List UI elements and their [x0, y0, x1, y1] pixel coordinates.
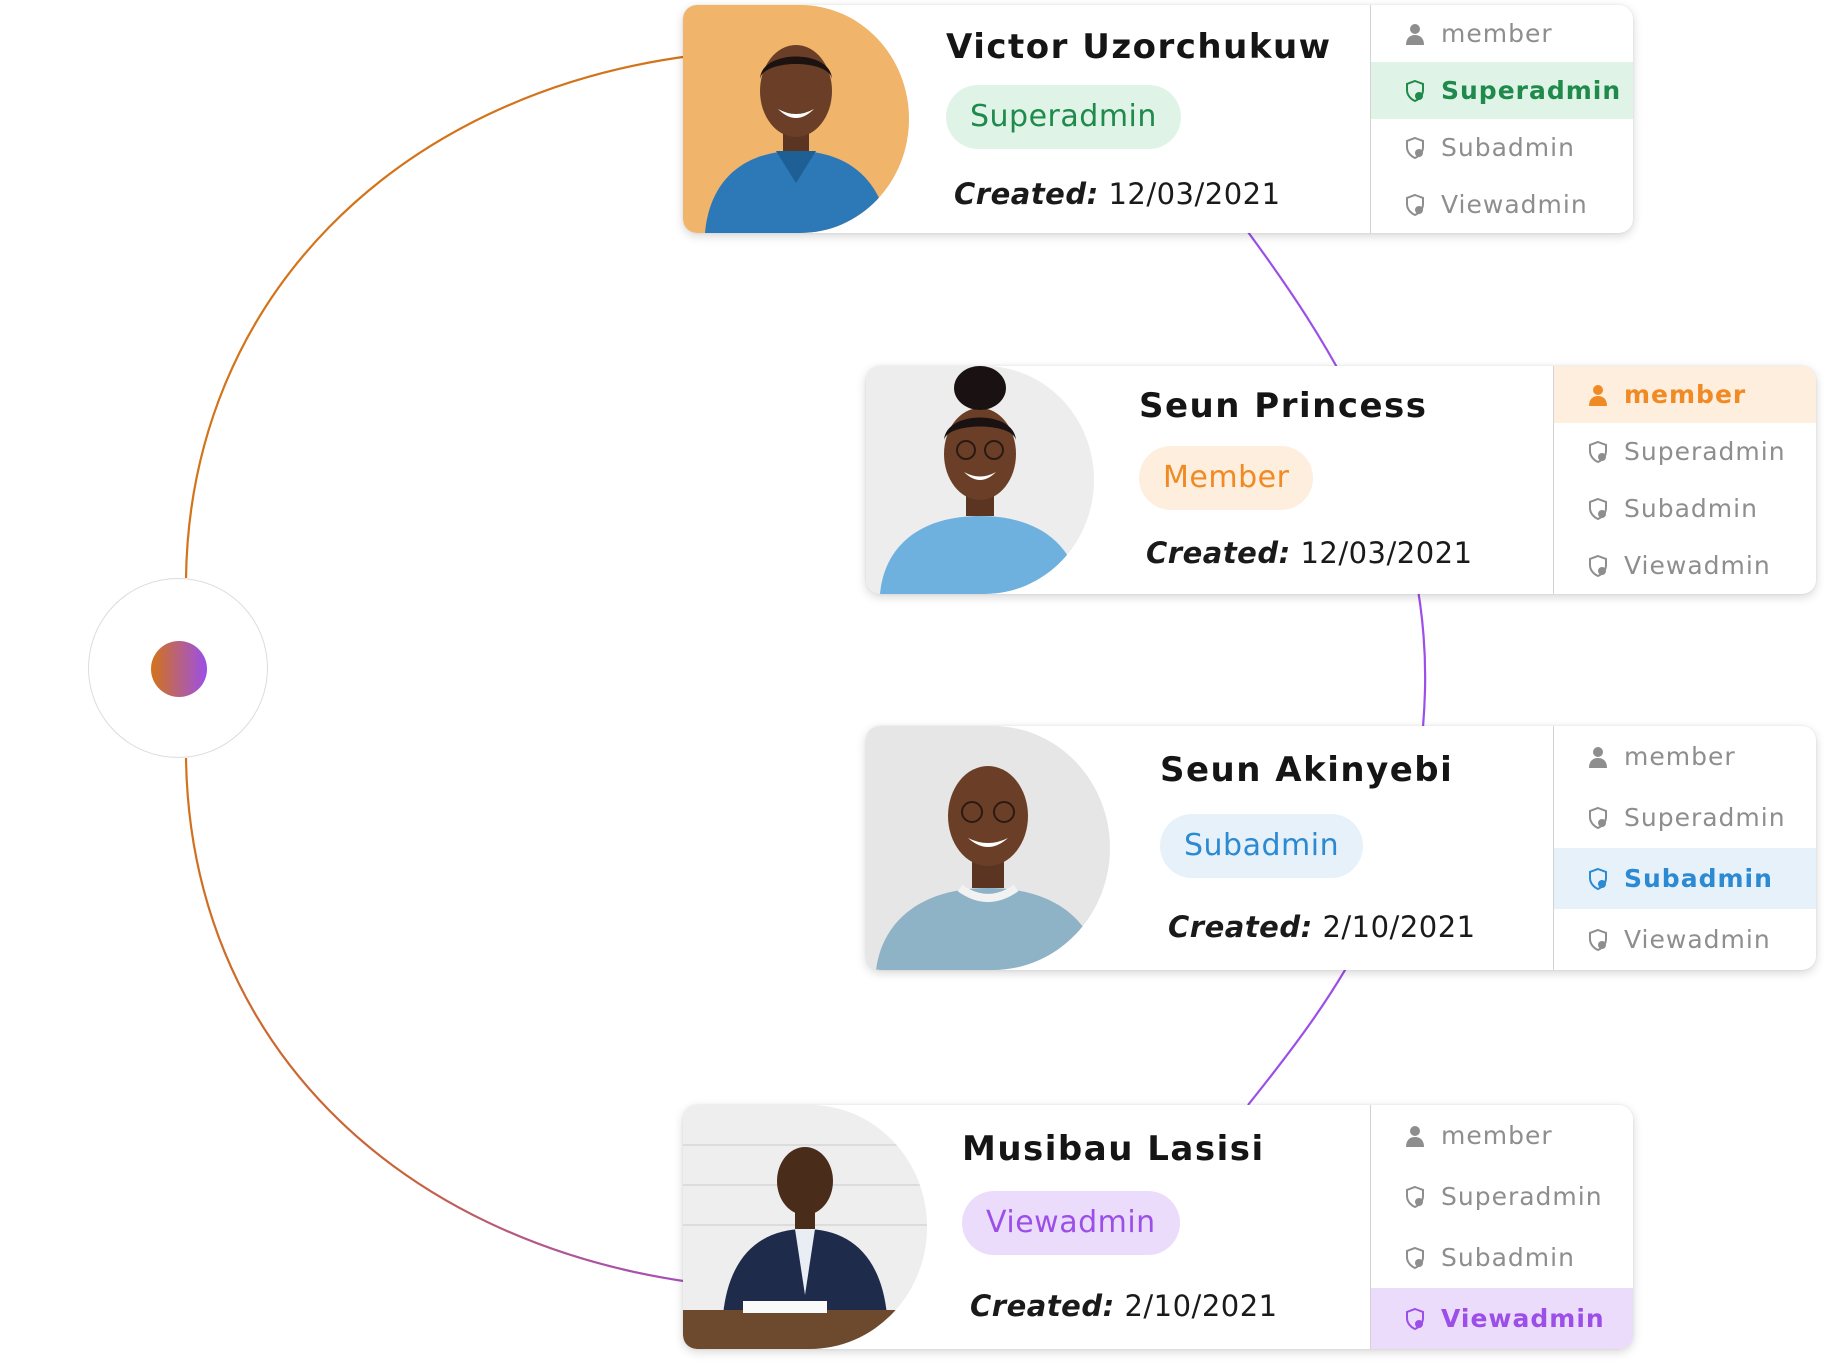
- hub-dot: [151, 641, 207, 697]
- menu-item-label: Superadmin: [1441, 1182, 1603, 1211]
- shield-icon: [1406, 193, 1424, 216]
- created-label: Created:: [954, 177, 1099, 211]
- menu-item-superadmin[interactable]: Superadmin: [1371, 62, 1633, 119]
- member-icon: [1406, 1125, 1424, 1147]
- role-badge: Superadmin: [946, 85, 1181, 149]
- role-menu: member Superadmin Subadmin Viewadmin: [1553, 726, 1816, 970]
- outer-ring-arc-lower: [184, 757, 691, 1284]
- role-badge: Viewadmin: [962, 1191, 1180, 1255]
- menu-item-viewadmin[interactable]: Viewadmin: [1554, 537, 1816, 594]
- shield-icon: [1589, 867, 1607, 890]
- menu-item-label: Subadmin: [1624, 494, 1758, 523]
- avatar: [683, 5, 909, 233]
- shield-icon: [1589, 440, 1607, 463]
- menu-item-viewadmin[interactable]: Viewadmin: [1371, 1288, 1633, 1349]
- member-icon: [1589, 384, 1607, 406]
- menu-item-member[interactable]: member: [1371, 5, 1633, 62]
- menu-item-label: Subadmin: [1624, 864, 1773, 893]
- created-label: Created:: [970, 1289, 1115, 1323]
- created-label: Created:: [1146, 536, 1291, 570]
- avatar: [683, 1105, 927, 1349]
- member-icon: [1589, 746, 1607, 768]
- created-value: 2/10/2021: [1124, 1289, 1278, 1323]
- outer-ring-arc: [184, 54, 691, 579]
- inner-ring-arc: [1247, 231, 1427, 1106]
- shield-icon: [1406, 1246, 1424, 1269]
- user-card[interactable]: Musibau Lasisi Viewadmin Created: 2/10/2…: [683, 1105, 1633, 1349]
- menu-item-label: Viewadmin: [1624, 551, 1771, 580]
- menu-item-viewadmin[interactable]: Viewadmin: [1371, 176, 1633, 233]
- menu-item-label: Subadmin: [1441, 1243, 1575, 1272]
- menu-item-member[interactable]: member: [1371, 1105, 1633, 1166]
- menu-item-label: Superadmin: [1624, 437, 1786, 466]
- menu-item-superadmin[interactable]: Superadmin: [1554, 787, 1816, 848]
- shield-icon: [1589, 554, 1607, 577]
- menu-item-subadmin[interactable]: Subadmin: [1371, 1227, 1633, 1288]
- menu-item-label: member: [1441, 1121, 1553, 1150]
- menu-item-viewadmin[interactable]: Viewadmin: [1554, 909, 1816, 970]
- created-date: Created: 2/10/2021: [1168, 910, 1476, 944]
- menu-item-subadmin[interactable]: Subadmin: [1554, 480, 1816, 537]
- menu-item-label: Superadmin: [1624, 803, 1786, 832]
- created-value: 12/03/2021: [1300, 536, 1473, 570]
- menu-item-label: member: [1624, 742, 1736, 771]
- role-menu: member Superadmin Subadmin Viewadmin: [1370, 5, 1633, 233]
- user-card[interactable]: Victor Uzorchukuw Superadmin Created: 12…: [683, 5, 1633, 233]
- created-value: 12/03/2021: [1108, 177, 1281, 211]
- menu-item-superadmin[interactable]: Superadmin: [1554, 423, 1816, 480]
- menu-item-member[interactable]: member: [1554, 726, 1816, 787]
- created-date: Created: 12/03/2021: [954, 177, 1281, 211]
- menu-item-label: Viewadmin: [1441, 1304, 1605, 1333]
- created-date: Created: 2/10/2021: [970, 1289, 1278, 1323]
- avatar: [866, 366, 1094, 594]
- menu-item-label: member: [1441, 19, 1553, 48]
- menu-item-member[interactable]: member: [1554, 366, 1816, 423]
- user-card[interactable]: Seun Princess Member Created: 12/03/2021…: [866, 366, 1816, 594]
- created-value: 2/10/2021: [1322, 910, 1476, 944]
- hub-ring: [88, 578, 268, 758]
- shield-icon: [1589, 928, 1607, 951]
- shield-icon: [1406, 1185, 1424, 1208]
- user-name: Musibau Lasisi: [962, 1129, 1265, 1169]
- shield-icon: [1589, 806, 1607, 829]
- shield-icon: [1406, 1307, 1424, 1330]
- member-icon: [1406, 23, 1424, 45]
- user-card[interactable]: Seun Akinyebi Subadmin Created: 2/10/202…: [866, 726, 1816, 970]
- menu-item-label: Viewadmin: [1624, 925, 1771, 954]
- shield-icon: [1406, 79, 1424, 102]
- user-name: Seun Akinyebi: [1160, 750, 1454, 790]
- role-badge: Subadmin: [1160, 814, 1364, 878]
- shield-icon: [1406, 136, 1424, 159]
- menu-item-label: member: [1624, 380, 1747, 409]
- menu-item-label: Viewadmin: [1441, 190, 1588, 219]
- role-menu: member Superadmin Subadmin Viewadmin: [1370, 1105, 1633, 1349]
- avatar: [866, 726, 1110, 970]
- menu-item-subadmin[interactable]: Subadmin: [1554, 848, 1816, 909]
- user-name: Seun Princess: [1139, 386, 1428, 426]
- role-menu: member Superadmin Subadmin Viewadmin: [1553, 366, 1816, 594]
- shield-icon: [1589, 497, 1607, 520]
- created-date: Created: 12/03/2021: [1146, 536, 1473, 570]
- menu-item-label: Superadmin: [1441, 76, 1622, 105]
- user-name: Victor Uzorchukuw: [946, 27, 1332, 67]
- menu-item-label: Subadmin: [1441, 133, 1575, 162]
- menu-item-subadmin[interactable]: Subadmin: [1371, 119, 1633, 176]
- created-label: Created:: [1168, 910, 1313, 944]
- menu-item-superadmin[interactable]: Superadmin: [1371, 1166, 1633, 1227]
- role-badge: Member: [1139, 446, 1314, 510]
